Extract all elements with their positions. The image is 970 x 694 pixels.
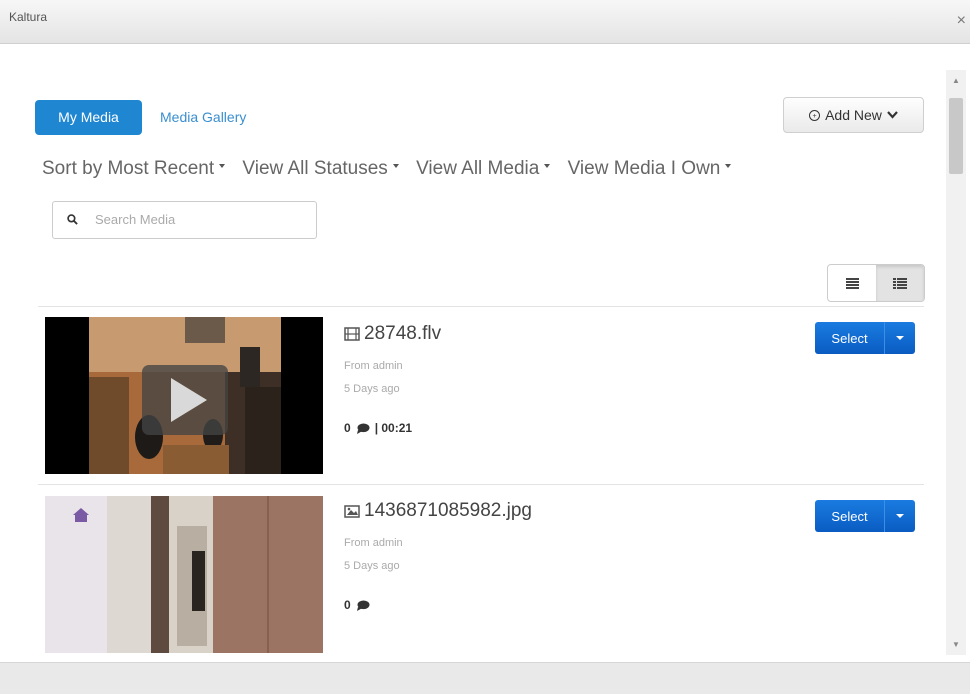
tab-media-gallery[interactable]: Media Gallery (160, 109, 246, 125)
vertical-scrollbar[interactable]: ▲ ▼ (946, 70, 966, 655)
sort-dropdown[interactable]: Sort by Most Recent (42, 158, 226, 180)
video-thumbnail[interactable] (45, 317, 323, 474)
dialog-content: My Media Media Gallery + Add New Sort by… (0, 44, 946, 662)
ownership-dropdown[interactable]: View Media I Own (568, 158, 732, 180)
media-row: 28748.flv From admin 5 Days ago 0 | 00:2… (38, 306, 924, 485)
media-title[interactable]: 1436871085982.jpg (344, 500, 532, 522)
plus-circle-icon: + (809, 109, 821, 121)
dialog-footer (0, 662, 970, 694)
chevron-down-icon (887, 108, 898, 122)
media-owner: From admin (344, 537, 403, 549)
select-split-button: Select (815, 322, 915, 354)
tab-my-media[interactable]: My Media (35, 100, 142, 135)
media-type-dropdown[interactable]: View All Media (416, 158, 551, 180)
caret-down-icon (896, 514, 904, 518)
comment-icon (356, 600, 370, 611)
media-row: 1436871085982.jpg From admin 5 Days ago … (38, 484, 924, 662)
comment-count: 0 (344, 598, 351, 612)
comment-icon (356, 423, 370, 434)
image-thumbnail-picture (45, 496, 323, 653)
select-dropdown-toggle[interactable] (885, 322, 915, 354)
image-thumbnail[interactable] (45, 496, 323, 653)
add-new-button[interactable]: + Add New (783, 97, 924, 133)
select-dropdown-toggle[interactable] (885, 500, 915, 532)
select-split-button: Select (815, 500, 915, 532)
caret-down-icon (544, 163, 551, 168)
status-dropdown[interactable]: View All Statuses (242, 158, 399, 180)
add-new-label: Add New (825, 107, 882, 123)
media-owner: From admin (344, 360, 403, 372)
media-title-text: 1436871085982.jpg (364, 500, 533, 521)
video-thumbnail-image (45, 317, 323, 474)
media-date: 5 Days ago (344, 383, 400, 395)
search-input[interactable] (93, 211, 312, 228)
dialog-titlebar: Kaltura × (0, 0, 970, 44)
sort-dropdown-label: Sort by Most Recent (42, 158, 215, 179)
scroll-up-arrow[interactable]: ▲ (946, 76, 966, 85)
media-title[interactable]: 28748.flv (344, 323, 441, 345)
status-dropdown-label: View All Statuses (242, 158, 388, 179)
dialog-title: Kaltura (9, 10, 48, 24)
select-button[interactable]: Select (815, 500, 885, 532)
filter-bar: Sort by Most Recent View All Statuses Vi… (42, 158, 743, 180)
media-stats: 0 (344, 598, 370, 612)
comment-count: 0 (344, 421, 351, 435)
search-box (52, 201, 317, 239)
media-date: 5 Days ago (344, 560, 400, 572)
detailed-list-icon (893, 277, 907, 289)
list-view-button[interactable] (828, 265, 876, 301)
media-type-dropdown-label: View All Media (416, 158, 540, 179)
film-icon (344, 327, 360, 341)
media-title-text: 28748.flv (364, 323, 442, 344)
media-stats: 0 | 00:21 (344, 421, 412, 435)
scrollbar-thumb[interactable] (949, 98, 963, 174)
caret-down-icon (896, 336, 904, 340)
duration: | 00:21 (374, 421, 413, 435)
list-icon (845, 277, 859, 289)
scroll-down-arrow[interactable]: ▼ (946, 640, 966, 649)
close-icon[interactable]: × (957, 12, 966, 30)
search-icon (67, 214, 78, 225)
ownership-dropdown-label: View Media I Own (567, 158, 721, 179)
caret-down-icon (219, 163, 226, 168)
caret-down-icon (392, 163, 399, 168)
image-icon (344, 504, 360, 518)
caret-down-icon (725, 163, 732, 168)
view-toggle (827, 264, 925, 302)
select-button[interactable]: Select (815, 322, 885, 354)
detailed-view-button[interactable] (876, 265, 924, 301)
